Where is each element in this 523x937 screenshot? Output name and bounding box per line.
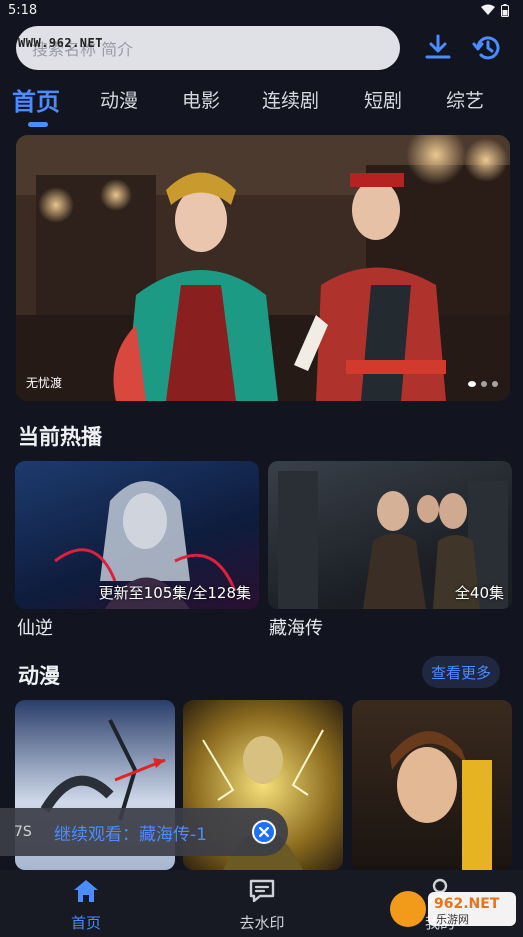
video-card[interactable] [352,700,512,870]
carousel-dot [468,381,476,387]
site-logo-watermark: 962.NET 乐游网 [388,884,518,934]
tab-anime[interactable]: 动漫 [100,86,138,113]
category-tabs: 首页 动漫 电影 连续剧 短剧 综艺 [0,80,523,130]
svg-text:乐游网: 乐游网 [436,913,469,926]
tab-series[interactable]: 连续剧 [262,86,319,113]
banner-image [16,135,510,401]
tab-movie[interactable]: 电影 [182,86,220,113]
history-icon [472,36,500,60]
tab-short-drama[interactable]: 短剧 [364,86,402,113]
nav-home[interactable]: 首页 [46,878,126,933]
download-icon [425,34,451,59]
card-title[interactable]: 仙逆 [17,614,53,640]
card-title[interactable]: 藏海传 [269,614,323,640]
section-title-hot: 当前热播 [18,425,102,449]
tab-home[interactable]: 首页 [12,82,60,117]
search-input[interactable]: 搜索名称 简介 WWW.962.NET [16,26,400,70]
close-button[interactable] [252,820,276,844]
carousel-dot [481,381,487,387]
continue-watching-text[interactable]: 继续观看：藏海传-1 [54,820,207,845]
video-card[interactable]: 全40集 [268,461,512,609]
tab-variety[interactable]: 综艺 [446,86,484,113]
svg-text:962.NET: 962.NET [434,896,500,912]
episode-badge: 全40集 [454,584,504,602]
section-title-anime: 动漫 [18,664,60,688]
status-icons [481,3,509,17]
history-button[interactable] [470,30,506,66]
logo-icon: 962.NET 乐游网 [390,891,516,927]
continue-watching-bar[interactable]: 7S 继续观看：藏海传-1 [0,808,288,856]
episode-badge: 更新至105集/全128集 [98,584,251,602]
nav-label: 去水印 [239,914,285,932]
search-row: 搜索名称 简介 WWW.962.NET [16,26,508,70]
carousel-dot [492,381,498,387]
download-button[interactable] [420,30,456,66]
view-more-button[interactable]: 查看更多 [422,656,500,688]
wifi-icon [481,4,495,15]
close-icon [258,826,270,838]
status-time: 5:18 [8,2,38,18]
banner-carousel[interactable]: 无忧渡 [16,135,510,401]
nav-label: 首页 [70,914,101,932]
banner-caption: 无忧渡 [26,376,63,390]
chat-edit-icon [249,879,275,903]
home-icon [74,880,98,902]
carousel-dots [468,381,498,387]
site-watermark: WWW.962.NET [18,36,103,50]
battery-icon [501,3,509,17]
tab-indicator [28,122,48,127]
video-card[interactable]: 更新至105集/全128集 [15,461,259,609]
nav-remove-watermark[interactable]: 去水印 [222,878,302,933]
continue-countdown: 7S [14,824,32,840]
status-bar: 5:18 [0,0,523,20]
video-thumbnail [390,731,492,870]
